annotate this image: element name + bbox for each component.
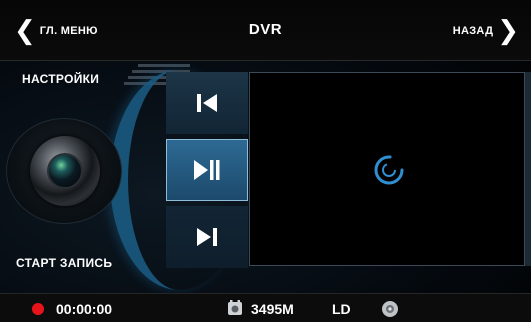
settings-button[interactable]: НАСТРОЙКИ (22, 72, 99, 86)
top-bar: ❮ ГЛ. МЕНЮ DVR НАЗАД ❯ (0, 0, 531, 61)
page-title: DVR (248, 21, 283, 38)
decor-stripe (138, 64, 190, 67)
playback-controls (166, 72, 248, 268)
chevron-right-icon: ❯ (497, 16, 519, 46)
disc-icon[interactable] (381, 300, 399, 318)
start-record-button[interactable]: СТАРТ ЗАПИСЬ (16, 256, 112, 270)
dvr-screen: ❮ ГЛ. МЕНЮ DVR НАЗАД ❯ НАСТРОЙКИ СТАРТ З… (0, 0, 531, 322)
back-button[interactable]: НАЗАД ❯ (453, 18, 519, 44)
status-bar: 00:00:00 3495M LD (0, 293, 531, 322)
sd-card-icon (228, 300, 242, 315)
record-indicator-icon (32, 303, 44, 315)
record-time: 00:00:00 (56, 301, 113, 317)
loading-spinner-icon (374, 155, 404, 185)
camera-lens-icon[interactable] (30, 136, 100, 206)
play-pause-icon (194, 160, 220, 180)
back-label: НАЗАД (452, 25, 494, 37)
skip-previous-icon (197, 94, 217, 112)
lens-glass (47, 153, 83, 189)
skip-next-button[interactable] (166, 206, 248, 268)
video-preview[interactable] (249, 72, 525, 266)
storage-remaining: 3495M (251, 301, 294, 317)
skip-previous-button[interactable] (166, 72, 248, 134)
play-pause-button[interactable] (166, 139, 248, 201)
quality-mode[interactable]: LD (332, 301, 351, 317)
video-edge (525, 72, 531, 266)
skip-next-icon (197, 228, 217, 246)
